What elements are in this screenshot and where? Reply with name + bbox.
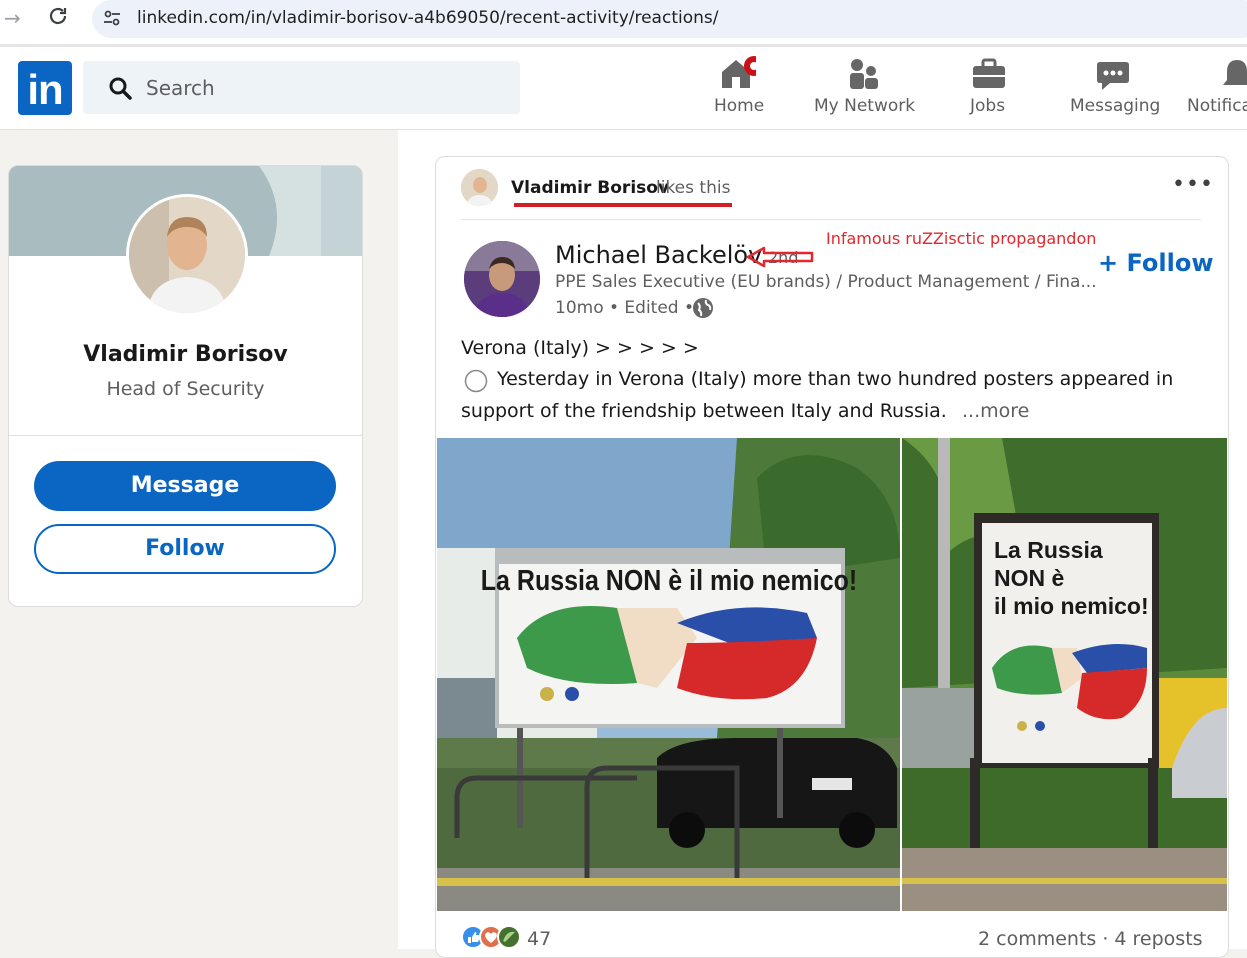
profile-name[interactable]: Vladimir Borisov [9,342,362,367]
reload-icon[interactable] [46,4,70,32]
url-text[interactable]: linkedin.com/in/vladimir-borisov-a4b6905… [137,8,718,28]
profile-title: Head of Security [106,378,265,400]
back-arrow-icon[interactable]: → [4,6,21,30]
author-name[interactable]: Michael Backelöv [555,241,762,269]
post-text-line2: Yesterday in Verona (Italy) more than tw… [497,368,1174,390]
site-settings-icon[interactable] [102,8,122,32]
billboard-1-text: La Russia NON è il mio nemico! [481,564,857,596]
author-headline: PPE Sales Executive (EU brands) / Produc… [555,272,1097,292]
profile-card: Vladimir Borisov Head of Security Messag… [8,165,363,607]
red-underline-annotation [514,203,732,207]
annotation-text: Infamous ruZZisctic propagandon [826,229,1097,248]
post-follow-button[interactable]: + Follow [1098,249,1214,277]
bell-icon[interactable] [1222,58,1247,94]
nav-home[interactable]: Home [714,96,764,116]
post-meta: 10mo • Edited • [555,298,695,318]
message-button[interactable]: Message [34,461,336,511]
globe-icon [692,297,714,323]
profile-avatar[interactable] [126,194,248,316]
liker-name[interactable]: Vladimir Borisov [511,178,669,198]
billboard-2-line3: il mio nemico! [994,593,1149,619]
home-icon[interactable] [720,56,764,94]
billboard-2-line1: La Russia [994,537,1103,563]
comments-reposts-count[interactable]: 2 comments · 4 reposts [978,928,1203,950]
briefcase-icon[interactable] [972,58,1006,94]
search-icon [108,76,134,106]
liker-action: likes this [656,178,731,198]
see-more-link[interactable]: ...more [962,400,1029,422]
circle-emoji-icon [464,369,488,397]
linkedin-logo[interactable]: in [18,61,72,115]
card-divider [9,435,362,436]
post-image-1[interactable]: La Russia NON è il mio nemico! . [437,438,900,911]
nav-my-network[interactable]: My Network [814,96,915,116]
post-text-line3: support of the friendship between Italy … [461,400,947,422]
network-icon[interactable] [848,58,880,94]
nav-messaging[interactable]: Messaging [1070,96,1160,116]
liker-avatar[interactable] [461,169,498,206]
post-text-line1: Verona (Italy) > > > > > [461,337,699,359]
reaction-count[interactable]: 47 [527,928,551,950]
follow-button[interactable]: Follow [34,524,336,574]
red-arrow-annotation [746,246,816,272]
nav-jobs[interactable]: Jobs [970,96,1005,116]
search-placeholder: Search [146,76,215,100]
post-image-2[interactable]: La Russia NON è il mio nemico! [902,438,1227,911]
author-avatar[interactable] [464,241,540,317]
chat-icon[interactable] [1096,60,1130,96]
post-divider [461,219,1201,220]
more-options-icon[interactable]: ••• [1172,172,1214,197]
reaction-icons[interactable] [461,924,525,954]
billboard-2-line2: NON è [994,565,1064,591]
nav-notifications[interactable]: Notifica [1187,96,1247,116]
